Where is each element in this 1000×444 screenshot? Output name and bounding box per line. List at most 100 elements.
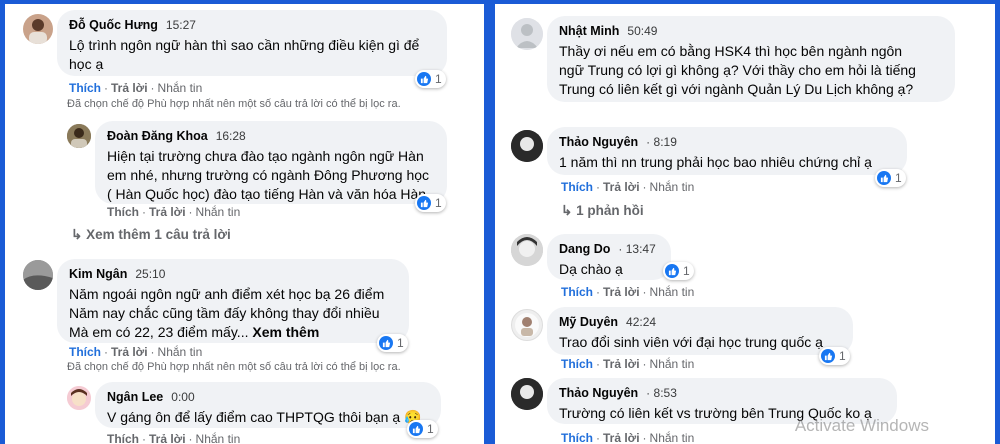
like-button[interactable]: Thích [561,431,593,444]
comment-line: ( Hàn Quốc học) đào tạo tiếng Hàn và văn… [107,186,430,202]
comment-actions: Thích · Trả lời · Nhắn tin [69,81,203,95]
reply-button[interactable]: Trả lời [603,180,640,194]
author-name[interactable]: Thảo Nguyên [559,135,638,149]
comment-text: Năm ngoái ngôn ngữ anh điểm xét học bạ 2… [69,285,397,342]
comment-actions: Thích · Trả lời · Nhắn tin [107,205,241,219]
comment-actions: Thích · Trả lời · Nhắn tin [561,285,695,299]
reaction-count[interactable]: 1 [407,420,438,438]
like-button[interactable]: Thích [561,285,593,299]
message-button[interactable]: Nhắn tin [650,357,695,371]
comment-time-value: 8:19 [653,135,677,149]
comment-time: 15:27 [165,18,196,32]
avatar[interactable] [511,234,543,266]
reply-button[interactable]: Trả lời [603,285,640,299]
avatar[interactable] [23,14,53,44]
author-name[interactable]: Nhật Minh [559,24,619,38]
reply-arrow-icon: ↳ [561,203,573,218]
reply-button[interactable]: Trả lời [149,432,186,444]
reply-button[interactable]: Trả lời [603,357,640,371]
like-button[interactable]: Thích [561,180,593,194]
right-comments-panel: Nhật Minh 50:49 Thầy ơi nếu em có bằng HS… [495,4,995,444]
comment-actions: Thích · Trả lời · Nhắn tin [69,345,203,359]
comment-line: học ạ [69,56,104,72]
like-button[interactable]: Thích [107,432,139,444]
reply-bubble: Ngân Lee 0:00 V gáng ôn để lấy điểm cao T… [95,382,441,428]
reaction-count[interactable]: 1 [875,169,906,187]
like-button[interactable]: Thích [107,205,139,219]
reaction-count[interactable]: 1 [415,194,446,212]
reply-button[interactable]: Trả lời [149,205,186,219]
author-name[interactable]: Kim Ngân [69,267,127,281]
message-button[interactable]: Nhắn tin [158,81,203,95]
author-name[interactable]: Mỹ Duyên [559,315,618,329]
left-comments-panel: Đỗ Quốc Hưng 15:27 Lộ trình ngôn ngữ hàn … [5,4,484,444]
like-button[interactable]: Thích [69,345,101,359]
message-button[interactable]: Nhắn tin [158,345,203,359]
reply-button[interactable]: Trả lời [111,81,148,95]
author-name[interactable]: Ngân Lee [107,390,163,404]
comment-line: Hiện tại trường chưa đào tạo ngành ngôn … [107,148,424,164]
message-button[interactable]: Nhắn tin [196,205,241,219]
see-more-replies-text: Xem thêm 1 câu trả lời [86,227,231,242]
message-button[interactable]: Nhắn tin [196,432,241,444]
like-button[interactable]: Thích [69,81,101,95]
view-replies-link[interactable]: ↳ 1 phản hồi [561,203,644,219]
avatar[interactable] [67,124,91,148]
comment-actions: Thích · Trả lời · Nhắn tin [107,432,241,444]
comment-text: 1 năm thì nn trung phải học bao nhiêu ch… [559,153,895,172]
see-more-replies-link[interactable]: ↳ Xem thêm 1 câu trả lời [71,227,231,243]
comment-line-text: Mà em có 22, 23 điểm mấy... [69,324,249,340]
comment-bubble: Đỗ Quốc Hưng 15:27 Lộ trình ngôn ngữ hàn … [57,10,447,76]
avatar[interactable] [511,378,543,410]
reply-button[interactable]: Trả lời [603,431,640,444]
avatar[interactable] [511,130,543,162]
comment-line: Năm ngoái ngôn ngữ anh điểm xét học bạ 2… [69,286,385,302]
reaction-number: 1 [895,171,902,185]
view-replies-text: 1 phản hồi [576,203,644,218]
comment-actions: Thích · Trả lời · Nhắn tin [561,357,695,371]
author-name[interactable]: Đoàn Đăng Khoa [107,129,208,143]
comment-time: · 13:47 [618,242,656,256]
see-more-link[interactable]: Xem thêm [252,324,319,340]
avatar-image [511,130,543,162]
avatar-image [29,19,47,44]
comment-time-value: 13:47 [625,242,656,256]
comment-line: Lộ trình ngôn ngữ hàn thì sao cần những … [69,37,420,53]
avatar[interactable] [511,18,543,50]
message-button[interactable]: Nhắn tin [650,285,695,299]
author-name[interactable]: Thảo Nguyên [559,386,638,400]
reply-arrow-icon: ↳ [71,227,83,242]
avatar[interactable] [67,386,91,410]
author-name[interactable]: Đỗ Quốc Hưng [69,18,158,32]
comment-time-value: 8:53 [653,386,677,400]
comment-actions: Thích · Trả lời · Nhắn tin [561,180,695,194]
comment-bubble: Dang Do · 13:47 Dạ chào ạ [547,234,671,280]
comment-line: V gáng ôn để lấy điểm cao THPTQG thôi bạ… [107,409,422,425]
like-reaction-icon [417,72,431,86]
message-button[interactable]: Nhắn tin [650,431,695,444]
like-button[interactable]: Thích [561,357,593,371]
comment-bubble: Mỹ Duyên 42:24 Trao đổi sinh viên với đại… [547,307,853,355]
comment-line: Dạ chào ạ [559,261,623,277]
avatar-image [23,260,53,290]
reaction-count[interactable]: 1 [377,334,408,352]
author-name[interactable]: Dang Do [559,242,610,256]
avatar[interactable] [511,309,543,341]
filter-note: Đã chọn chế độ Phù hợp nhất nên một số c… [67,361,401,373]
like-reaction-icon [821,349,835,363]
reaction-number: 1 [435,196,442,210]
reaction-count[interactable]: 1 [819,347,850,365]
avatar[interactable] [23,260,53,290]
comment-bubble: Thảo Nguyên · 8:19 1 năm thì nn trung phả… [547,127,907,175]
message-button[interactable]: Nhắn tin [650,180,695,194]
comment-time: 25:10 [135,267,166,281]
avatar-image [511,234,543,266]
like-reaction-icon [665,264,679,278]
reaction-count[interactable]: 1 [663,262,694,280]
comment-text: Thầy ơi nếu em có bằng HSK4 thì học bên … [559,42,943,99]
reaction-count[interactable]: 1 [415,70,446,88]
avatar-image [515,313,539,337]
reply-button[interactable]: Trả lời [111,345,148,359]
comment-time: · 8:53 [646,386,677,400]
like-reaction-icon [379,336,393,350]
